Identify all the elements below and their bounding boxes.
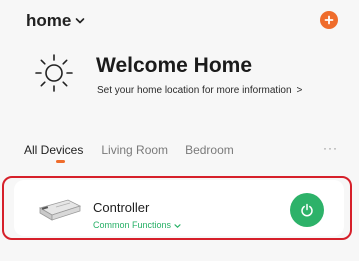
home-title: home bbox=[26, 11, 72, 30]
device-name: Controller bbox=[93, 200, 150, 215]
common-functions-label: Common Functions bbox=[93, 220, 172, 230]
welcome-title: Welcome Home bbox=[96, 54, 252, 77]
chevron-right-icon: > bbox=[296, 85, 303, 96]
tab-living-room[interactable]: Living Room bbox=[101, 143, 168, 157]
sun-icon bbox=[35, 54, 73, 92]
more-options-button[interactable]: ··· bbox=[323, 141, 338, 155]
power-button[interactable] bbox=[290, 193, 324, 227]
tab-all-devices[interactable]: All Devices bbox=[24, 143, 83, 157]
room-tabs: All Devices Living Room Bedroom bbox=[24, 140, 234, 160]
chevron-down-icon bbox=[76, 18, 85, 24]
power-icon bbox=[301, 203, 313, 217]
device-card[interactable]: Controller Common Functions bbox=[14, 180, 344, 236]
common-functions-link[interactable]: Common Functions bbox=[93, 220, 181, 230]
set-location-text: Set your home location for more informat… bbox=[97, 85, 292, 96]
tab-bedroom[interactable]: Bedroom bbox=[185, 143, 234, 157]
active-tab-indicator bbox=[56, 160, 65, 163]
add-button[interactable] bbox=[320, 11, 338, 29]
chevron-down-icon bbox=[173, 223, 181, 228]
plus-icon bbox=[324, 15, 334, 25]
controller-device-icon bbox=[38, 199, 82, 221]
home-selector[interactable]: home bbox=[26, 10, 85, 32]
set-location-link[interactable]: Set your home location for more informat… bbox=[97, 85, 302, 96]
